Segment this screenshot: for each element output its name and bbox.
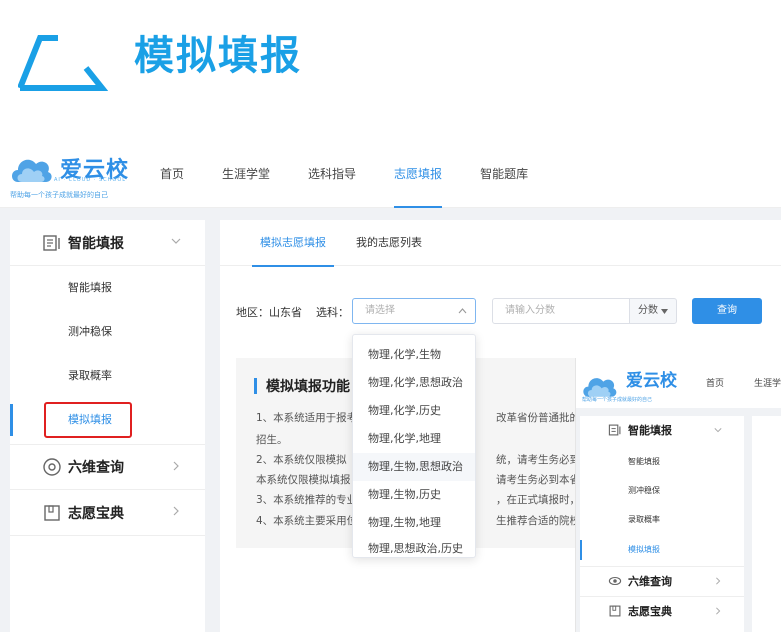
highlight-box <box>44 402 132 438</box>
info-line: 1、本系统适用于报考 <box>256 412 358 424</box>
cloud-logo-icon <box>12 159 52 182</box>
chevron-up-icon <box>458 308 467 314</box>
info-title: 模拟填报功能 <box>254 376 350 396</box>
dropdown-option[interactable]: 物理,化学,历史 <box>353 397 475 425</box>
info-line: 请考生务必到本省 <box>496 474 580 486</box>
info-line: 3、本系统推荐的专业 <box>256 494 358 506</box>
active-indicator <box>10 404 13 436</box>
dropdown-option[interactable]: 物理,化学,思想政治 <box>353 369 475 397</box>
thumb-item-label: 模拟填报 <box>628 545 660 554</box>
chevron-down-icon <box>171 238 181 244</box>
sidebar-group-label: 六维查询 <box>68 460 124 476</box>
dropdown-option[interactable]: 物理,生物,地理 <box>353 509 475 537</box>
thumb-item: 智能填报 <box>628 457 660 466</box>
chevron-right-icon <box>173 506 179 516</box>
info-line: 4、本系统主要采用位 <box>256 515 358 527</box>
score-unit-label: 分数 <box>638 305 658 316</box>
thumb-group-label: 智能填报 <box>628 424 672 437</box>
sidebar-item-smart-fill[interactable]: 智能填报 <box>10 268 205 308</box>
query-button[interactable]: 查询 <box>692 298 762 324</box>
thumb-brand-slogan: 帮助每一个孩子成就最好的自己 <box>582 397 653 403</box>
brand-subtitle: AI · CLOUD · SCHOOL <box>54 177 127 183</box>
document-icon <box>608 424 621 436</box>
chevron-right-icon <box>173 461 179 471</box>
dropdown-option[interactable]: 物理,思想政治,历史 <box>353 535 475 563</box>
tab-bar: 模拟志愿填报 我的志愿列表 <box>220 220 781 267</box>
sidebar-item-admission-probability[interactable]: 录取概率 <box>10 356 205 396</box>
thumb-group-label: 志愿宝典 <box>628 604 672 618</box>
thumb-sidebar: 智能填报 智能填报 测冲稳保 录取概率 模拟填报 六维查询 志愿宝典 <box>580 416 744 632</box>
nav-application[interactable]: 志愿填报 <box>394 140 443 208</box>
eye-icon <box>43 458 61 476</box>
sidebar-group-six-dimension[interactable]: 六维查询 <box>10 444 205 490</box>
subject-label: 选科： <box>316 306 349 319</box>
active-indicator <box>580 540 582 560</box>
info-line: 2、本系统仅限模拟 <box>256 454 347 466</box>
nav-subject-guide[interactable]: 选科指导 <box>308 140 356 208</box>
region-label: 地区：山东省 <box>236 306 302 319</box>
dropdown-option[interactable]: 物理,化学,生物 <box>353 341 475 369</box>
thumb-navbar: 爱云校 帮助每一个孩子成就最好的自己 首页 生涯学 <box>576 358 781 408</box>
subject-select-placeholder: 请选择 <box>365 305 395 316</box>
subject-select[interactable]: 请选择 <box>352 298 476 324</box>
sidebar-group-label: 志愿宝典 <box>68 505 124 522</box>
document-icon <box>43 234 60 251</box>
thumb-brand-name: 爱云校 <box>626 371 677 391</box>
subject-dropdown: 物理,化学,生物 物理,化学,思想政治 物理,化学,历史 物理,化学,地理 物理… <box>352 334 476 558</box>
top-navbar: 爱云校 AI · CLOUD · SCHOOL 帮助每一个孩子成就最好的自己 首… <box>0 140 781 208</box>
info-line: 招生。 <box>256 434 288 446</box>
thumb-item-active: 模拟填报 <box>580 536 744 564</box>
sidebar: 智能填报 智能填报 测冲稳保 录取概率 模拟填报 六维查询 志愿宝典 <box>10 220 205 632</box>
nav-question-bank[interactable]: 智能题库 <box>480 140 528 208</box>
main-nav: 首页 生涯学堂 选科指导 志愿填报 智能题库 <box>160 140 566 208</box>
nav-home[interactable]: 首页 <box>160 140 184 208</box>
thumb-main-panel <box>752 416 781 632</box>
dropdown-option[interactable]: 物理,化学,地理 <box>353 425 475 453</box>
chevron-right-icon <box>716 607 721 615</box>
brand-logo[interactable]: 爱云校 AI · CLOUD · SCHOOL 帮助每一个孩子成就最好的自己 <box>10 148 140 202</box>
sidebar-group-smart-fill[interactable]: 智能填报 <box>10 220 205 266</box>
thumb-nav-career: 生涯学 <box>754 379 781 389</box>
caret-down-icon <box>661 309 668 314</box>
info-line: 本系统仅限模拟填报 <box>256 474 351 486</box>
thumb-group-six-dimension: 六维查询 <box>580 566 744 594</box>
thumb-nav-home: 首页 <box>706 379 725 389</box>
eye-icon <box>608 576 622 585</box>
nav-career[interactable]: 生涯学堂 <box>222 140 270 208</box>
slide-title: 模拟填报 <box>134 33 302 79</box>
thumb-item: 录取概率 <box>628 515 660 524</box>
score-input[interactable]: 请输入分数 <box>492 298 630 324</box>
thumbnail-screenshot: 爱云校 帮助每一个孩子成就最好的自己 首页 生涯学 智能填报 智能填报 测冲稳保… <box>575 358 781 632</box>
thumb-group-label: 六维查询 <box>628 574 672 588</box>
sidebar-item-risk-levels[interactable]: 测冲稳保 <box>10 312 205 352</box>
sidebar-group-guidebook[interactable]: 志愿宝典 <box>10 490 205 536</box>
chevron-down-icon <box>714 428 722 433</box>
dropdown-option[interactable]: 物理,生物,历史 <box>353 481 475 509</box>
tab-my-application-list[interactable]: 我的志愿列表 <box>356 220 422 266</box>
score-unit-select[interactable]: 分数 <box>629 298 677 324</box>
book-icon <box>44 504 60 521</box>
sidebar-group-label: 智能填报 <box>68 235 124 252</box>
chevron-right-icon <box>716 577 721 585</box>
slide-logo-icon <box>18 35 108 91</box>
thumb-group-guidebook: 志愿宝典 <box>580 596 744 624</box>
thumb-brand: 爱云校 帮助每一个孩子成就最好的自己 <box>580 366 690 406</box>
brand-slogan: 帮助每一个孩子成就最好的自己 <box>10 191 108 199</box>
dropdown-option-hovered[interactable]: 物理,生物,思想政治 <box>353 453 475 481</box>
thumb-item: 测冲稳保 <box>628 486 660 495</box>
thumb-group-smart-fill: 智能填报 <box>580 416 744 444</box>
tab-mock-application[interactable]: 模拟志愿填报 <box>252 220 334 267</box>
book-icon <box>609 605 621 616</box>
